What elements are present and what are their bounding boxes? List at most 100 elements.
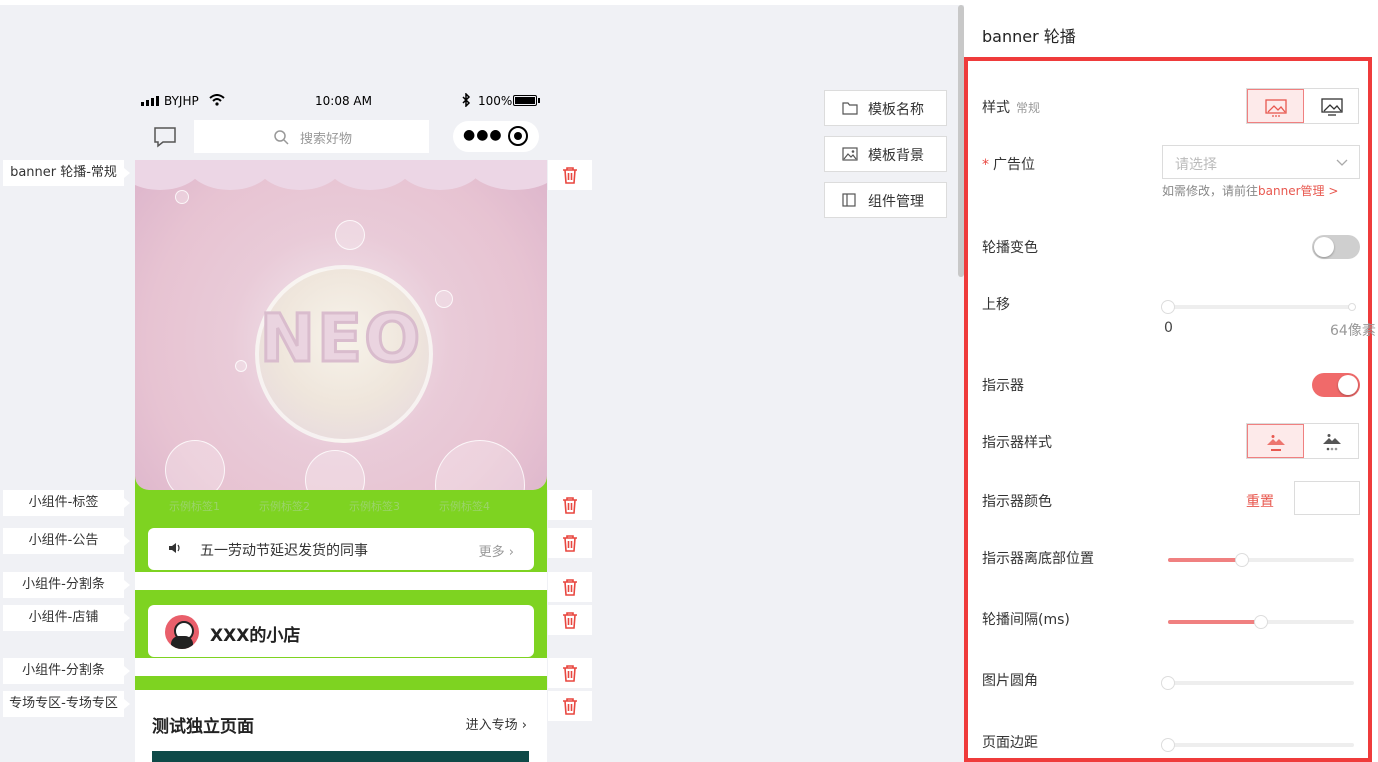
delete-button[interactable]: [548, 160, 592, 190]
component-manage-label: 组件管理: [868, 194, 924, 210]
component-label-shop[interactable]: 小组件-店铺: [3, 605, 130, 631]
message-icon[interactable]: [153, 126, 177, 148]
reset-color-button[interactable]: 重置: [1246, 491, 1274, 511]
component-label-divider[interactable]: 小组件-分割条: [3, 572, 130, 598]
component-label-banner[interactable]: banner 轮播-常规: [3, 160, 130, 186]
shift-up-label: 上移: [982, 297, 1010, 313]
image-radius-slider[interactable]: [1161, 676, 1354, 690]
ad-slot-select[interactable]: 请选择: [1162, 145, 1360, 179]
indicator-bottom-label: 指示器离底部位置: [982, 551, 1094, 567]
indicator-style-bar[interactable]: [1247, 424, 1304, 458]
indicator-style-dots[interactable]: [1304, 424, 1359, 458]
delete-button[interactable]: [548, 490, 592, 520]
ad-slot-label: * 广告位: [982, 157, 1035, 173]
mountain-dots-icon: [1322, 434, 1341, 451]
search-placeholder: 搜索好物: [300, 132, 353, 147]
trash-icon: [563, 497, 577, 514]
trash-icon: [563, 665, 577, 682]
notice-more-link[interactable]: 更多 ›: [479, 541, 514, 560]
image-icon: [1320, 98, 1343, 116]
shop-name: XXX的小店: [210, 626, 301, 646]
carrier-name: BYJHP: [164, 94, 199, 108]
settings-panel: banner 轮播 样式 常规 * 广告位 请选择 如需修改，请前往banner管理…: [964, 5, 1378, 762]
indicator-style-label: 指示器样式: [982, 435, 1052, 451]
battery-icon: [513, 95, 537, 106]
divider-bar: [135, 572, 547, 590]
indicator-toggle[interactable]: [1312, 373, 1360, 397]
interval-slider[interactable]: [1168, 615, 1354, 629]
enter-special-link[interactable]: 进入专场 ›: [466, 714, 527, 733]
component-manage-button[interactable]: 组件管理: [824, 182, 947, 218]
style-label: 样式 常规: [982, 100, 1041, 116]
speaker-icon: [169, 543, 180, 553]
layout-icon: [842, 193, 856, 207]
trash-icon: [563, 612, 577, 629]
indicator-color-swatch[interactable]: [1294, 481, 1360, 515]
search-icon: [274, 130, 289, 145]
close-target-icon[interactable]: [508, 126, 528, 146]
notice-bar[interactable]: 五一劳动节延迟发货的同事 更多 ›: [148, 528, 534, 570]
shift-min-label: 0: [1164, 320, 1173, 336]
phone-nav-row: 搜索好物 ●●●: [135, 118, 547, 154]
mini-program-capsule: ●●●: [453, 121, 539, 152]
ad-slot-placeholder: 请选择: [1175, 157, 1217, 173]
delete-button[interactable]: [548, 658, 592, 688]
signal-icon: [141, 96, 159, 106]
trash-icon: [563, 535, 577, 552]
color-change-toggle[interactable]: [1312, 235, 1360, 259]
image-icon: [842, 147, 858, 161]
indicator-style-selector: [1246, 423, 1359, 459]
color-change-label: 轮播变色: [982, 240, 1038, 256]
shop-card[interactable]: XXX的小店: [148, 605, 534, 657]
divider-bar: [135, 658, 547, 676]
indicator-color-label: 指示器颜色: [982, 494, 1052, 510]
ad-slot-hint: 如需修改，请前往banner管理 >: [1162, 184, 1339, 198]
delete-button[interactable]: [548, 605, 592, 635]
style-option-regular[interactable]: [1247, 89, 1304, 123]
template-background-button[interactable]: 模板背景: [824, 136, 947, 172]
slider-thumb: [1161, 676, 1175, 690]
trash-icon: [563, 579, 577, 596]
trash-icon: [563, 167, 577, 184]
banner-image[interactable]: NEO: [135, 160, 547, 490]
chevron-down-icon: [1336, 159, 1348, 166]
component-label-special[interactable]: 专场专区-专场专区: [3, 691, 130, 717]
phone-preview: BYJHP 10:08 AM 100% 搜索好物 ●●● NEO 示例标签1 示…: [135, 88, 547, 762]
component-label-notice[interactable]: 小组件-公告: [3, 528, 130, 554]
style-option-card[interactable]: [1304, 89, 1359, 123]
special-title: 测试独立页面: [152, 717, 254, 737]
slider-thumb: [1161, 300, 1175, 314]
delete-button[interactable]: [548, 528, 592, 558]
mountain-bar-icon: [1267, 435, 1285, 451]
page-margin-label: 页面边距: [982, 735, 1038, 751]
special-image[interactable]: [152, 751, 529, 762]
page-margin-slider[interactable]: [1161, 738, 1354, 752]
interval-label: 轮播间隔(ms): [982, 612, 1070, 628]
tag-row: 示例标签1 示例标签2 示例标签3 示例标签4: [135, 496, 547, 516]
tag-item[interactable]: 示例标签2: [259, 498, 310, 514]
slider-thumb: [1254, 615, 1268, 629]
wifi-icon: [209, 94, 225, 106]
component-label-tag[interactable]: 小组件-标签: [3, 490, 130, 516]
image-radius-label: 图片圆角: [982, 673, 1038, 689]
banner-manage-link[interactable]: banner管理 >: [1258, 184, 1338, 198]
delete-button[interactable]: [548, 691, 592, 721]
banner-logo-text: NEO: [258, 299, 423, 379]
tag-item[interactable]: 示例标签3: [349, 498, 400, 514]
more-dots-icon[interactable]: ●●●: [463, 127, 503, 143]
delete-button[interactable]: [548, 572, 592, 602]
shift-up-slider[interactable]: [1161, 300, 1356, 314]
template-name-button[interactable]: 模板名称: [824, 90, 947, 126]
tag-item[interactable]: 示例标签1: [169, 498, 220, 514]
template-background-label: 模板背景: [868, 148, 924, 164]
notice-text: 五一劳动节延迟发货的同事: [200, 543, 368, 559]
component-label-divider[interactable]: 小组件-分割条: [3, 658, 130, 684]
battery-tip: [538, 98, 540, 103]
tag-item[interactable]: 示例标签4: [439, 498, 490, 514]
panel-title: banner 轮播: [982, 27, 1076, 46]
phone-search-box[interactable]: 搜索好物: [194, 120, 429, 153]
image-icon: [1265, 99, 1287, 117]
status-bar: BYJHP 10:08 AM 100%: [135, 88, 547, 114]
special-section: 测试独立页面 进入专场 ›: [135, 690, 547, 762]
indicator-bottom-slider[interactable]: [1168, 553, 1354, 567]
